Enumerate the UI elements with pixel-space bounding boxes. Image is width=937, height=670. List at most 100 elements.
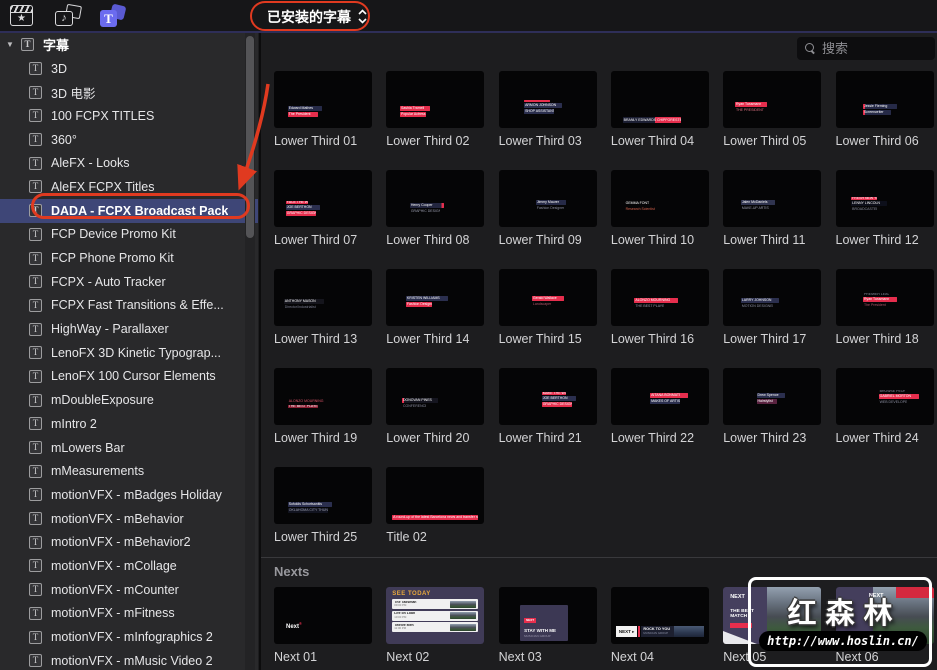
title-thumbnail[interactable]: Edward Mathes The President: [274, 71, 372, 128]
next-thumbnail[interactable]: NEXT THE BEST MATCH: [723, 587, 822, 644]
sidebar-item[interactable]: T 3D: [0, 57, 258, 81]
title-item[interactable]: FACE THE WORLDJOE BERTHONGRAPHIC DESIGNE…: [274, 170, 372, 247]
title-thumbnail[interactable]: ARMON JOHNSON SHOP ASSISTANT: [498, 71, 597, 128]
sidebar-item[interactable]: TmotionVFX - mBehavior: [0, 507, 258, 531]
title-item[interactable]: Jalen McDaniels MAKE-UP ARTIST Lower Third…: [723, 170, 822, 247]
sidebar-item[interactable]: T FCP Device Promo Kit: [0, 223, 258, 247]
next-thumbnail[interactable]: NEXT ▸ ROCK TO YOU MUSICIAN GROUP: [610, 587, 709, 644]
sidebar-item[interactable]: T FCPX - Auto Tracker: [0, 270, 258, 294]
title-thumbnail[interactable]: Sashia Tramell Popular Actress: [386, 71, 485, 128]
installed-titles-dropdown[interactable]: 已安装的字幕: [259, 4, 375, 29]
title-thumbnail[interactable]: DONOVAN PINES CONFERENCE: [386, 368, 485, 425]
effects-clapperboard-icon[interactable]: ★: [10, 5, 33, 26]
title-thumbnail[interactable]: Ryan Tussmann THE PRESIDENT: [723, 71, 822, 128]
title-item[interactable]: LARRY JOHNSON MOTION DESIGNER Lower Third …: [723, 269, 822, 346]
sidebar-item[interactable]: TmotionVFX - mBehavior2: [0, 530, 258, 554]
sidebar-item[interactable]: TmotionVFX - mMusic Video 2: [0, 649, 258, 670]
title-item[interactable]: Drew Spence Hairstylist Lower Third 23: [723, 368, 822, 445]
sidebar-item[interactable]: T DADA - FCPX Broadcast Pack: [0, 198, 258, 223]
title-thumbnail[interactable]: BRANLY EDWARDS CHIPFORESTER: [610, 71, 709, 128]
title-thumbnail[interactable]: Henry CooperGRAPHIC DESIGNER: [386, 170, 485, 227]
title-thumbnail[interactable]: Jessie Fleming Screenwriter: [835, 71, 934, 128]
title-thumbnail[interactable]: LARRY JOHNSON MOTION DESIGNER: [723, 269, 822, 326]
title-thumbnail[interactable]: PREMIER LEAGUERyan TussmannThe President: [835, 269, 934, 326]
next-thumbnail[interactable]: NEXT STAY WITH ME MUSICIAN GROUP: [498, 587, 597, 644]
search-input[interactable]: [822, 41, 922, 56]
title-item[interactable]: AITANA BONMATÍ MAKES OF ARTIST Lower Third…: [610, 368, 709, 445]
sidebar-item[interactable]: TmLowers Bar: [0, 436, 258, 460]
title-thumbnail[interactable]: Sofoklis Schortsanitis OKLAHOMA CITY THUN…: [274, 467, 372, 524]
title-item[interactable]: ALONZO MOURNING THE BEST PLAYER Lower Thir…: [274, 368, 372, 445]
next-item[interactable]: NEXT THE BEST MATCH Next 05: [723, 587, 822, 664]
title-thumbnail[interactable]: A round-up of the latest Barcelona news …: [386, 467, 485, 524]
next-item[interactable]: NEXT Next 06: [835, 587, 934, 664]
sidebar-item[interactable]: TmotionVFX - mCollage: [0, 554, 258, 578]
title-item[interactable]: Ryan Tussmann THE PRESIDENT Lower Third 05: [723, 71, 822, 148]
sidebar-item[interactable]: TmotionVFX - mFitness: [0, 602, 258, 626]
next-item[interactable]: SEE TODAY The Talisman 09:00 PM Life on Loa…: [386, 587, 485, 664]
title-item[interactable]: Henry CooperGRAPHIC DESIGNER Lower Third …: [386, 170, 485, 247]
sidebar-item[interactable]: TmMeasurements: [0, 459, 258, 483]
titles-generators-icon[interactable]: T: [100, 3, 127, 27]
title-item[interactable]: Gerald Wallace Landscaper Lower Third 15: [498, 269, 597, 346]
title-item[interactable]: PREMIER LEAGUERyan TussmannThe President…: [835, 269, 934, 346]
title-item[interactable]: GEMMA FONT Research Scientist Lower Third …: [610, 170, 709, 247]
title-item[interactable]: A round-up of the latest Barcelona news …: [386, 467, 485, 544]
title-thumbnail[interactable]: KRISTEN WILLIAMS Fashion Designer: [386, 269, 485, 326]
sidebar-item[interactable]: T 100 FCPX TITLES: [0, 104, 258, 128]
title-item[interactable]: ARMON JOHNSON SHOP ASSISTANT Lower Third 0…: [498, 71, 597, 148]
sidebar-item[interactable]: T AleFX - Looks: [0, 151, 258, 175]
sidebar-scrollbar-thumb[interactable]: [246, 36, 254, 238]
next-thumbnail[interactable]: NEXT: [835, 587, 934, 644]
sidebar-item[interactable]: T FCP Phone Promo Kit: [0, 246, 258, 270]
sidebar-item[interactable]: TmotionVFX - mCounter: [0, 578, 258, 602]
title-item[interactable]: KRISTEN WILLIAMS Fashion Designer Lower Th…: [386, 269, 485, 346]
sidebar-item[interactable]: T LenoFX 3D Kinetic Typograp...: [0, 341, 258, 365]
sidebar-item[interactable]: T FCPX Fast Transitions & Effe...: [0, 294, 258, 318]
disclosure-triangle-icon[interactable]: ▼: [6, 40, 21, 49]
title-item[interactable]: Jessie Fleming Screenwriter Lower Third 06: [835, 71, 934, 148]
sidebar-item[interactable]: TmDoubleExposure: [0, 388, 258, 412]
title-thumbnail[interactable]: Jalen McDaniels MAKE-UP ARTIST: [723, 170, 822, 227]
title-item[interactable]: Edward Mathes The President Lower Third 01: [274, 71, 372, 148]
title-thumbnail[interactable]: MAKE THE WORLDJOE BERTHONGRAPHIC DESIGNE…: [498, 368, 597, 425]
title-item[interactable]: ANTHONY MASON Director/Industrialist Lower…: [274, 269, 372, 346]
sidebar-item[interactable]: ▼ T 字幕: [0, 33, 258, 57]
title-thumbnail[interactable]: ANTHONY MASON Director/Industrialist: [274, 269, 372, 326]
next-item[interactable]: NEXT ▸ ROCK TO YOU MUSICIAN GROUP Next 04: [610, 587, 709, 664]
sidebar-item[interactable]: TmotionVFX - mInfographics 2: [0, 625, 258, 649]
title-item[interactable]: MAKE THE WORLDJOE BERTHONGRAPHIC DESIGNE…: [498, 368, 597, 445]
next-thumbnail[interactable]: Next®: [274, 587, 372, 644]
title-thumbnail[interactable]: Drew Spence Hairstylist: [723, 368, 822, 425]
title-thumbnail[interactable]: AITANA BONMATÍ MAKES OF ARTIST: [610, 368, 709, 425]
sidebar-item[interactable]: T LenoFX 100 Cursor Elements: [0, 365, 258, 389]
title-thumbnail[interactable]: FRESH NEW YEARLENNY LINCOLNBROADCASTER: [835, 170, 934, 227]
title-item[interactable]: BROWSE PEOPLEGABRIEL MORTONWEB DEVELOPER…: [835, 368, 934, 445]
sidebar-item[interactable]: T 3D 电影: [0, 80, 258, 104]
title-thumbnail[interactable]: FACE THE WORLDJOE BERTHONGRAPHIC DESIGNE…: [274, 170, 372, 227]
title-thumbnail[interactable]: GEMMA FONT Research Scientist: [610, 170, 709, 227]
title-item[interactable]: Jimmy Maurer Fashion Designer Lower Third …: [498, 170, 597, 247]
title-item[interactable]: ALONZO MOURNING THE BEST PLAYER Lower Thir…: [610, 269, 709, 346]
title-thumbnail[interactable]: Jimmy Maurer Fashion Designer: [498, 170, 597, 227]
sidebar-item[interactable]: T 360°: [0, 128, 258, 152]
sidebar-item-label: FCPX Fast Transitions & Effe...: [51, 298, 224, 313]
sidebar-item[interactable]: T HighWay - Parallaxer: [0, 317, 258, 341]
sidebar-item[interactable]: TmotionVFX - mBadges Holiday: [0, 483, 258, 507]
title-item[interactable]: BRANLY EDWARDS CHIPFORESTER Lower Third 0…: [610, 71, 709, 148]
title-thumbnail[interactable]: ALONZO MOURNING THE BEST PLAYER: [274, 368, 372, 425]
next-item[interactable]: NEXT STAY WITH ME MUSICIAN GROUP Next 03: [498, 587, 597, 664]
photos-audio-icon[interactable]: ♪: [55, 3, 83, 26]
sidebar-item[interactable]: T AleFX FCPX Titles: [0, 175, 258, 199]
title-item[interactable]: Sofoklis Schortsanitis OKLAHOMA CITY THUN…: [274, 467, 372, 544]
title-thumbnail[interactable]: ALONZO MOURNING THE BEST PLAYER: [610, 269, 709, 326]
next-item[interactable]: Next® Next 01: [274, 587, 372, 664]
next-thumbnail[interactable]: SEE TODAY The Talisman 09:00 PM Life on Loa…: [386, 587, 485, 644]
title-item[interactable]: DONOVAN PINES CONFERENCE Lower Third 20: [386, 368, 485, 445]
title-item[interactable]: Sashia Tramell Popular Actress Lower Third…: [386, 71, 485, 148]
title-thumbnail[interactable]: Gerald Wallace Landscaper: [498, 269, 597, 326]
title-item[interactable]: FRESH NEW YEARLENNY LINCOLNBROADCASTER Lo…: [835, 170, 934, 247]
title-thumbnail[interactable]: BROWSE PEOPLEGABRIEL MORTONWEB DEVELOPER: [835, 368, 934, 425]
sidebar-item[interactable]: TmIntro 2: [0, 412, 258, 436]
search-field[interactable]: [797, 37, 935, 60]
